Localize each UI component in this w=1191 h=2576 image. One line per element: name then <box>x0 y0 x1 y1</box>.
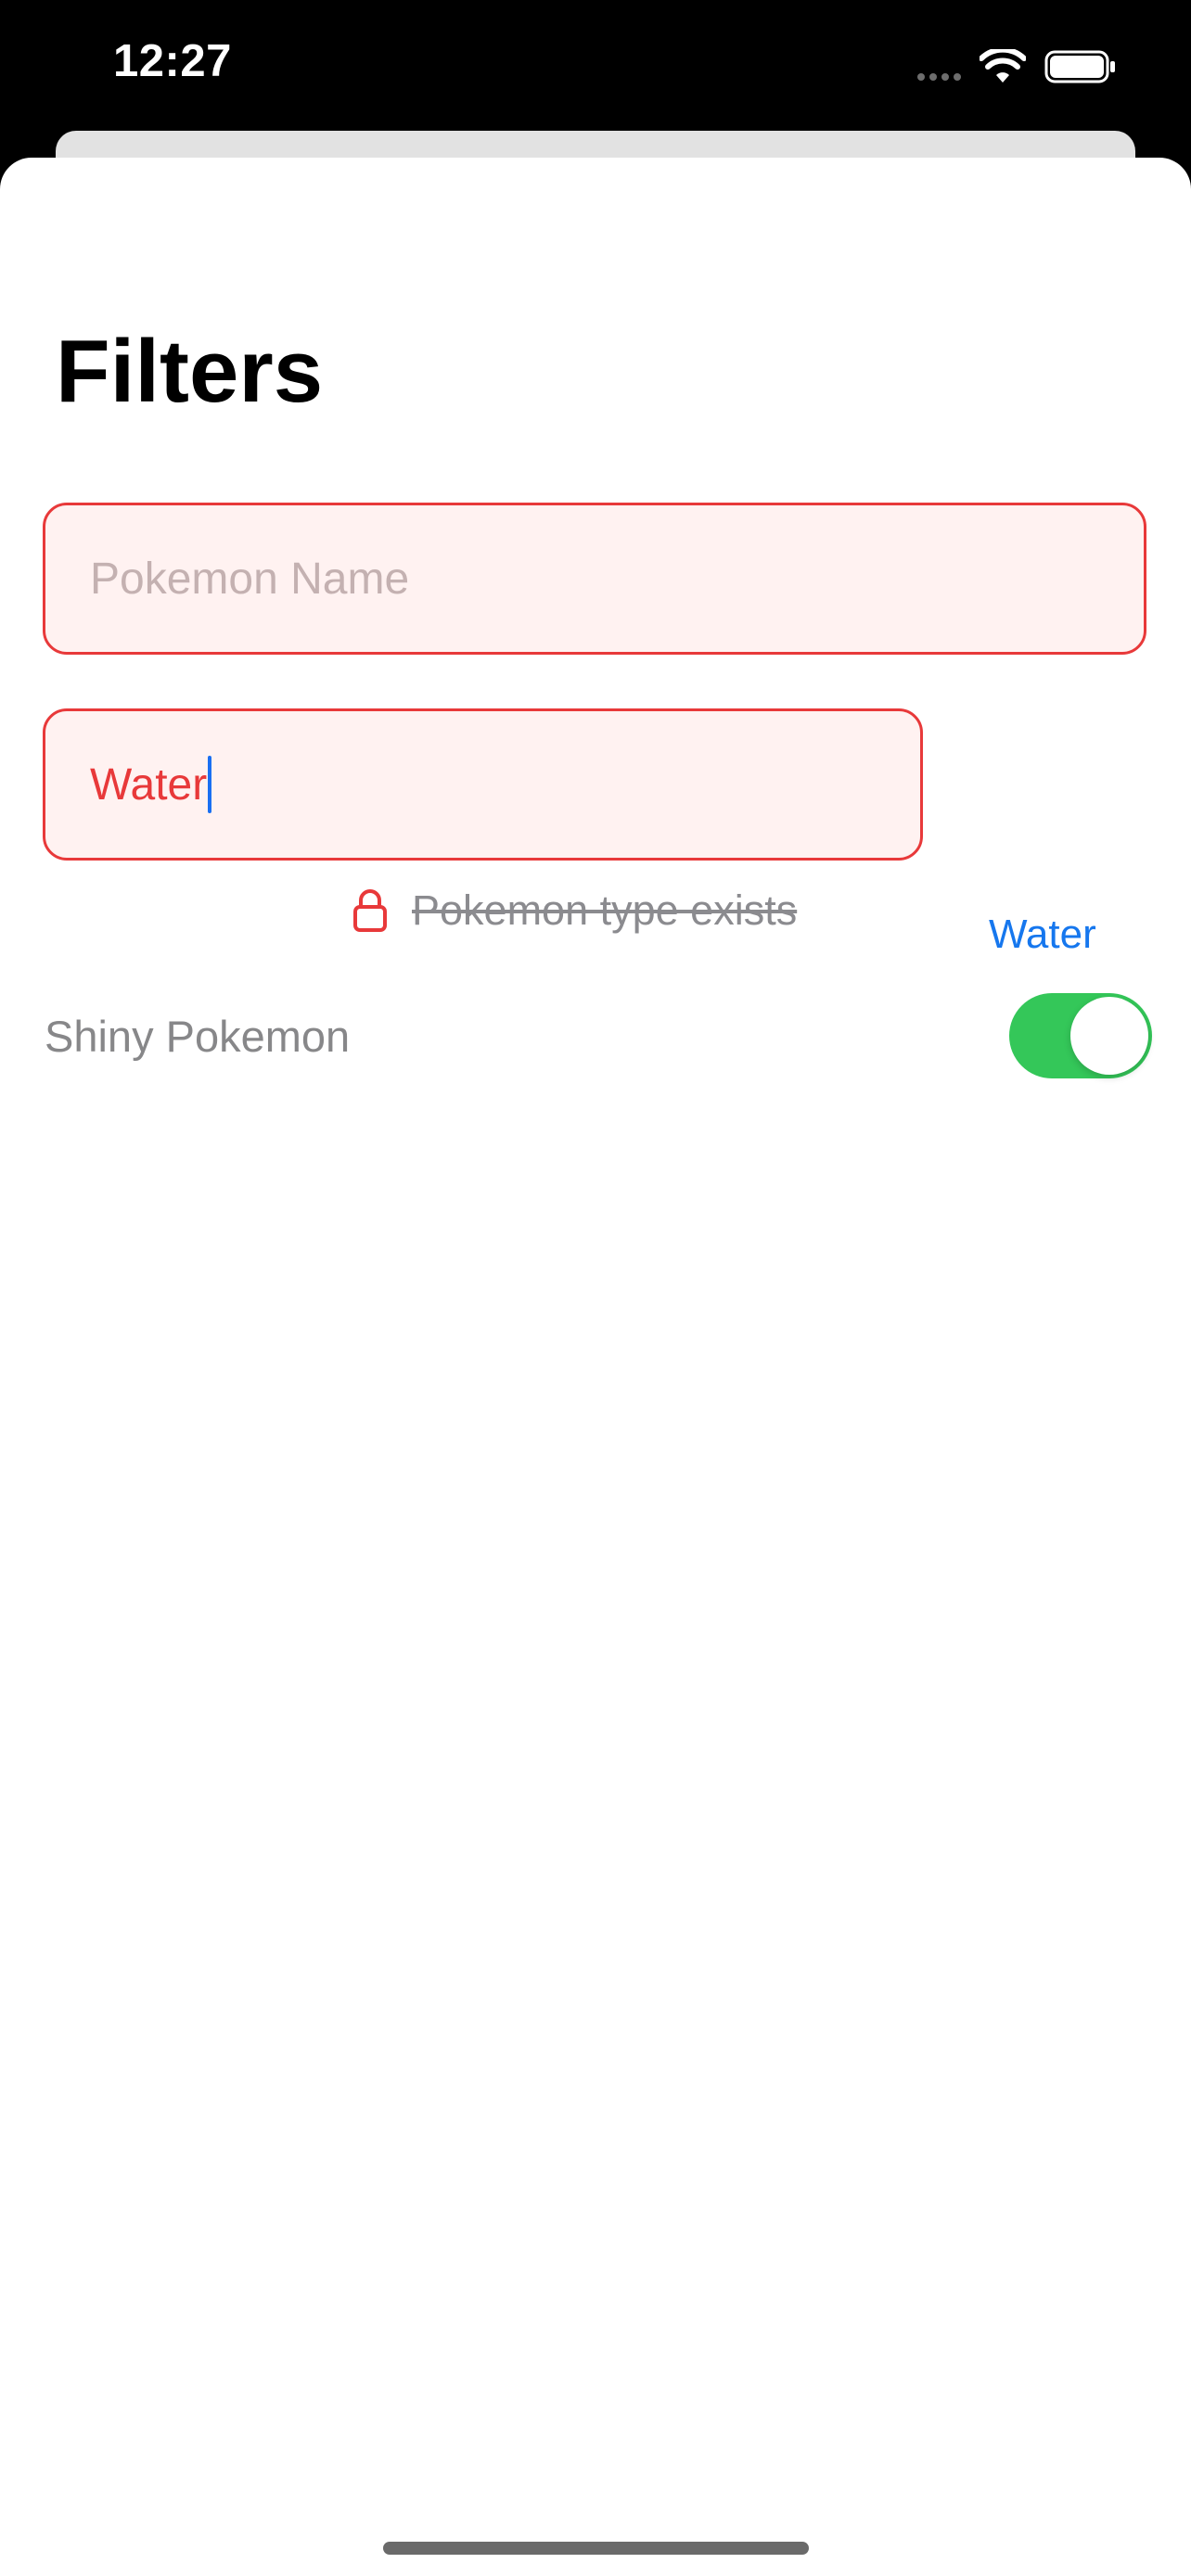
wifi-icon <box>980 49 1026 83</box>
validation-message: Pokemon type exists <box>352 886 797 935</box>
type-suggestion-button[interactable]: Water <box>989 914 1096 955</box>
pokemon-type-value: Water <box>90 759 208 810</box>
validation-text: Pokemon type exists <box>412 886 798 934</box>
toggle-knob <box>1070 997 1148 1075</box>
battery-icon <box>1044 50 1115 83</box>
pokemon-name-placeholder: Pokemon Name <box>90 554 410 604</box>
pokemon-type-field[interactable]: Water <box>43 708 923 861</box>
lock-icon <box>353 889 387 932</box>
filters-sheet: Filters Pokemon Name Water Water Pokemon… <box>0 158 1191 2576</box>
home-indicator[interactable] <box>383 2542 809 2555</box>
cellular-signal-icon <box>917 53 961 81</box>
status-icons <box>917 46 1117 87</box>
text-caret <box>208 756 212 813</box>
shiny-toggle[interactable] <box>1009 993 1152 1078</box>
pokemon-name-field[interactable]: Pokemon Name <box>43 503 1146 655</box>
shiny-toggle-label: Shiny Pokemon <box>45 1012 351 1061</box>
status-time: 12:27 <box>113 36 232 86</box>
page-title: Filters <box>56 322 324 421</box>
status-bar: 12:27 <box>0 0 1191 139</box>
